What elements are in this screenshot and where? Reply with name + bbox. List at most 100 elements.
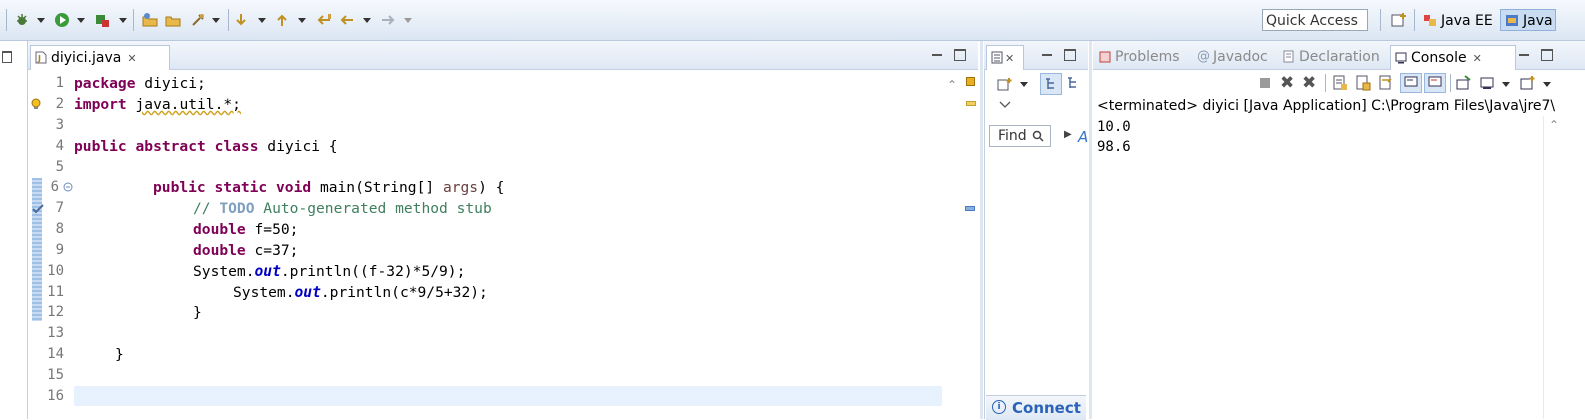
scroll-lock-icon[interactable] <box>1355 75 1371 91</box>
next-annotation-icon[interactable] <box>233 12 249 28</box>
external-tools-icon[interactable] <box>94 12 110 28</box>
sash[interactable] <box>980 41 983 419</box>
scheduled-icon[interactable] <box>1066 76 1080 92</box>
console-output-line: 10.0 <box>1097 119 1131 135</box>
close-icon[interactable]: ✕ <box>1473 47 1482 71</box>
left-trim <box>0 41 28 419</box>
code-line[interactable]: double f=50; <box>193 219 298 240</box>
display-selected-console-icon[interactable] <box>1480 75 1496 91</box>
tab-declaration[interactable]: Declaration <box>1279 45 1380 69</box>
remove-launch-icon[interactable]: ✖ <box>1280 73 1294 93</box>
word-wrap-icon[interactable] <box>1378 75 1394 91</box>
open-perspective-icon[interactable] <box>1391 12 1407 28</box>
task-list-tab-bar: ✕ <box>984 41 1088 70</box>
toolbar-separator <box>228 9 229 31</box>
code-line[interactable]: public abstract class diyici { <box>74 136 338 157</box>
display-console-dropdown-icon[interactable] <box>1502 82 1510 87</box>
toolbar-separator <box>1380 9 1381 31</box>
task-list-tab[interactable]: ✕ <box>986 45 1024 70</box>
line-number: 10 <box>47 263 64 279</box>
code-editor[interactable] <box>30 70 977 419</box>
close-icon[interactable]: ✕ <box>1005 47 1014 71</box>
open-console-icon[interactable] <box>1520 75 1536 91</box>
scroll-up-icon[interactable]: ⌃ <box>1549 118 1559 132</box>
static-field: out <box>254 263 281 280</box>
next-annotation-dropdown-icon[interactable] <box>258 18 266 23</box>
run-icon[interactable] <box>54 12 70 28</box>
view-menu-icon[interactable] <box>999 101 1011 109</box>
problems-icon <box>1099 51 1111 63</box>
code-line[interactable]: public static void main(String[] args) { <box>153 177 504 198</box>
maximize-icon[interactable] <box>1064 49 1076 61</box>
forward-icon[interactable] <box>380 12 396 28</box>
code-line[interactable]: } <box>115 344 124 365</box>
main-toolbar: Quick Access Java EE Java <box>0 0 1585 41</box>
code-text: System. <box>193 263 255 280</box>
line-number: 9 <box>55 242 64 258</box>
comment: Auto-generated method stub <box>254 200 492 217</box>
code-line[interactable]: } <box>193 302 202 323</box>
code-line[interactable]: // TODO Auto-generated method stub <box>193 198 492 219</box>
last-edit-location-icon[interactable] <box>316 12 332 28</box>
terminate-icon[interactable] <box>1260 78 1270 88</box>
remove-all-terminated-icon[interactable]: ✖ <box>1302 73 1316 93</box>
code-text: diyici; <box>135 75 206 92</box>
new-task-dropdown-icon[interactable] <box>1020 82 1028 87</box>
open-type-icon[interactable] <box>165 12 181 28</box>
open-console-dropdown-icon[interactable] <box>1543 82 1551 87</box>
search-dropdown-icon[interactable] <box>212 18 220 23</box>
show-console-stderr-button[interactable] <box>1424 73 1446 93</box>
tab-problems[interactable]: Problems <box>1095 45 1180 69</box>
minimize-icon[interactable] <box>1042 51 1052 56</box>
find-input[interactable]: Find <box>989 125 1051 147</box>
expand-arrow-icon[interactable]: ▶ <box>1064 129 1072 140</box>
external-tools-dropdown-icon[interactable] <box>119 18 127 23</box>
minimize-icon[interactable] <box>932 51 942 56</box>
new-task-icon[interactable] <box>997 77 1013 91</box>
back-icon[interactable] <box>339 12 355 28</box>
warning-overview-icon[interactable] <box>966 77 975 86</box>
task-marker[interactable] <box>965 206 975 211</box>
editor-tab-diyici[interactable]: J diyici.java ✕ <box>30 45 170 70</box>
code-line[interactable]: import java.util.*; <box>74 94 241 115</box>
previous-annotation-dropdown-icon[interactable] <box>298 18 306 23</box>
back-dropdown-icon[interactable] <box>363 18 371 23</box>
previous-annotation-icon[interactable] <box>274 12 290 28</box>
code-line[interactable]: System.out.println(c*9/5+32); <box>233 282 488 303</box>
forward-dropdown-icon[interactable] <box>404 18 412 23</box>
show-console-stdout-button[interactable] <box>1400 73 1422 93</box>
tab-console[interactable]: Console ✕ <box>1390 45 1516 70</box>
collapse-icon[interactable] <box>63 182 73 192</box>
code-text: .println(c*9/5+32); <box>320 284 488 301</box>
pin-console-icon[interactable] <box>1456 75 1472 91</box>
code-line[interactable]: double c=37; <box>193 240 298 261</box>
java-file-icon: J <box>35 51 47 64</box>
quick-access-input[interactable]: Quick Access <box>1262 9 1368 31</box>
code-line[interactable]: package diyici; <box>74 73 206 94</box>
stderr-icon <box>1428 76 1442 87</box>
toolbar-separator <box>1414 9 1415 31</box>
sash[interactable] <box>1089 41 1092 419</box>
activate-link[interactable]: A <box>1078 128 1088 146</box>
maximize-icon[interactable] <box>954 49 966 61</box>
code-line[interactable]: System.out.println((f-32)*5/9); <box>193 261 465 282</box>
perspective-java-ee[interactable]: Java EE <box>1419 10 1497 32</box>
console-scrollbar[interactable]: ⌃ <box>1543 116 1564 419</box>
line-number: 8 <box>55 221 64 237</box>
scroll-up-icon[interactable]: ⌃ <box>947 78 957 92</box>
search-tool-icon[interactable] <box>190 12 206 28</box>
tab-javadoc[interactable]: @ Javadoc <box>1193 45 1268 69</box>
connect-link[interactable]: Connect <box>1012 399 1081 417</box>
minimize-icon[interactable] <box>1519 51 1529 56</box>
new-java-project-icon[interactable] <box>142 12 158 28</box>
run-dropdown-icon[interactable] <box>77 18 85 23</box>
maximize-icon[interactable] <box>1541 49 1553 61</box>
debug-dropdown-icon[interactable] <box>37 18 45 23</box>
categorized-button[interactable] <box>1040 73 1062 95</box>
restore-icon[interactable] <box>2 51 12 63</box>
close-icon[interactable]: ✕ <box>127 47 136 71</box>
debug-icon[interactable] <box>14 12 30 28</box>
perspective-java[interactable]: Java <box>1500 9 1556 31</box>
clear-console-icon[interactable] <box>1332 75 1348 91</box>
warning-marker[interactable] <box>966 101 976 106</box>
